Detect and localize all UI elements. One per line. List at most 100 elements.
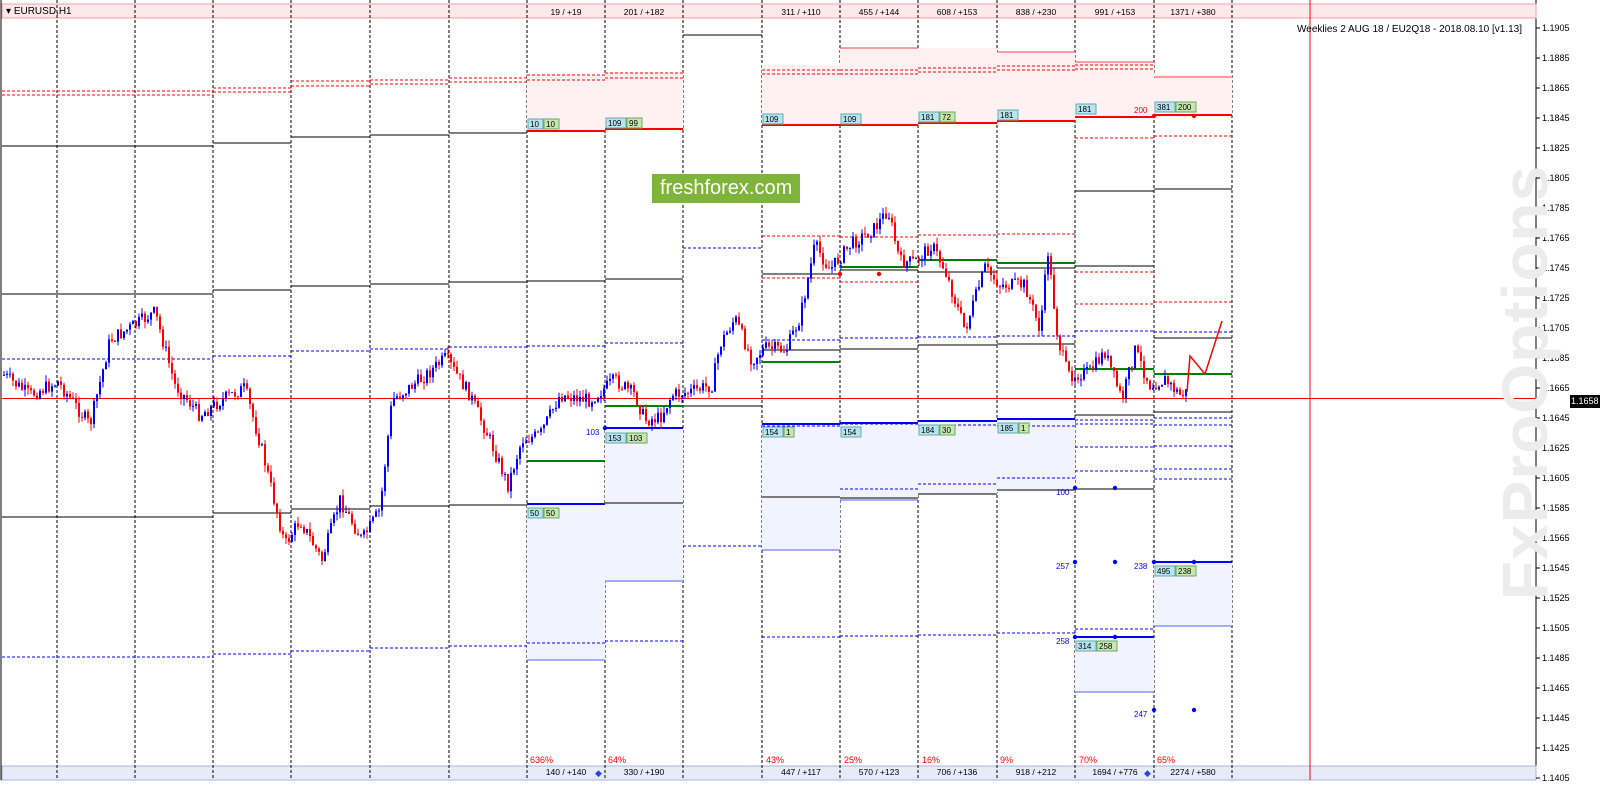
candle-body: [663, 412, 665, 423]
candle-body: [507, 473, 509, 492]
level-label: 247: [1134, 710, 1148, 719]
candle-body: [339, 495, 341, 513]
level-tag-value: 109: [608, 119, 622, 128]
candle-body: [744, 328, 746, 350]
candle-body: [189, 400, 191, 407]
candle-body: [513, 469, 515, 473]
candle-body: [909, 256, 911, 262]
candle-body: [129, 324, 131, 330]
candle-body: [771, 346, 773, 349]
candle-body: [648, 420, 650, 426]
candle-body: [693, 385, 695, 389]
candle-body: [216, 401, 218, 410]
candle-body: [366, 530, 368, 533]
candle-body: [21, 382, 23, 390]
candle-body: [291, 534, 293, 542]
week-percent: 25%: [844, 755, 862, 765]
level-label: 200: [1134, 106, 1148, 115]
candle-body: [1119, 386, 1121, 391]
candle-body: [645, 408, 647, 421]
candle-body: [906, 261, 908, 268]
candle-body: [717, 354, 719, 364]
candle-body: [84, 411, 86, 418]
candle-body: [642, 408, 644, 415]
candle-body: [891, 217, 893, 223]
candle-body: [954, 296, 956, 304]
candle-body: [672, 395, 674, 400]
candle-body: [1065, 350, 1067, 362]
level-tag-value: 72: [942, 113, 951, 122]
candle-body: [591, 402, 593, 407]
level-label: 258: [1056, 637, 1070, 646]
candle-body: [246, 383, 248, 389]
candle-body: [546, 416, 548, 425]
candle-body: [408, 384, 410, 394]
candle-body: [423, 381, 425, 384]
candle-body: [1050, 256, 1052, 275]
candle-body: [114, 341, 116, 343]
candle-body: [240, 386, 242, 398]
candle-body: [183, 394, 185, 400]
candle-body: [1086, 366, 1088, 369]
candle-body: [837, 257, 839, 264]
candle-body: [843, 246, 845, 263]
candle-body: [87, 411, 89, 419]
axis-tick-label: 1.1425: [1542, 743, 1570, 753]
candle-body: [1044, 274, 1046, 311]
candle-body: [705, 383, 707, 387]
candle-body: [990, 267, 992, 275]
lower-zone: [762, 425, 840, 550]
level-tag-value: 109: [765, 115, 779, 124]
level-label: 238: [1134, 562, 1148, 571]
level-marker-dot: [1191, 113, 1197, 119]
candle-body: [75, 398, 77, 403]
candle-body: [789, 334, 791, 350]
candle-body: [1146, 377, 1148, 381]
top-week-stat: 311 / +110: [781, 7, 820, 17]
candle-body: [873, 223, 875, 237]
candle-body: [3, 374, 5, 376]
candle-body: [816, 241, 818, 245]
candle-body: [543, 424, 545, 429]
level-marker-dot: [1151, 559, 1157, 565]
candle-body: [900, 251, 902, 256]
brand-watermark: FxProOptions: [1489, 164, 1561, 600]
candle-body: [327, 533, 329, 553]
candle-body: [534, 431, 536, 437]
candle-body: [1137, 345, 1139, 353]
candle-body: [120, 329, 122, 339]
candle-body: [390, 405, 392, 437]
candle-body: [180, 392, 182, 400]
candle-body: [411, 384, 413, 389]
candle-body: [972, 300, 974, 316]
week-percent: 65%: [1157, 755, 1175, 765]
candle-body: [6, 373, 8, 375]
level-tag-value: 314: [1078, 642, 1092, 651]
chart-window[interactable]: 1.1905 1.1885 1.1865 1.1845 1.1825 1.1805 1.17…: [0, 0, 1600, 796]
dropdown-arrow-icon[interactable]: ▾: [6, 6, 14, 17]
candle-body: [396, 396, 398, 399]
candle-body: [297, 523, 299, 527]
candle-body: [786, 349, 788, 352]
candle-body: [483, 420, 485, 433]
candle-body: [249, 388, 251, 405]
candle-body: [870, 236, 872, 238]
candle-body: [465, 382, 467, 390]
candle-body: [504, 473, 506, 475]
candle-body: [1176, 389, 1178, 392]
bottom-week-stat: 2274 / +580: [1170, 767, 1215, 777]
candle-body: [630, 385, 632, 389]
candle-body: [156, 306, 158, 317]
candle-body: [540, 428, 542, 432]
price-chart[interactable]: 1.19051.18851.18651.18451.18251.18051.17…: [0, 0, 1600, 796]
bottom-week-stat: 140 / +140: [546, 767, 587, 777]
candle-body: [519, 447, 521, 459]
candle-body: [1032, 299, 1034, 305]
candle-body: [897, 241, 899, 252]
symbol-text: EURUSD,H1: [13, 6, 72, 17]
diamond-marker-icon: ◆: [595, 768, 602, 778]
candle-body: [285, 534, 287, 539]
top-week-stat: 1371 / +380: [1170, 7, 1215, 17]
candle-body: [1134, 345, 1136, 369]
candle-body: [273, 482, 275, 504]
